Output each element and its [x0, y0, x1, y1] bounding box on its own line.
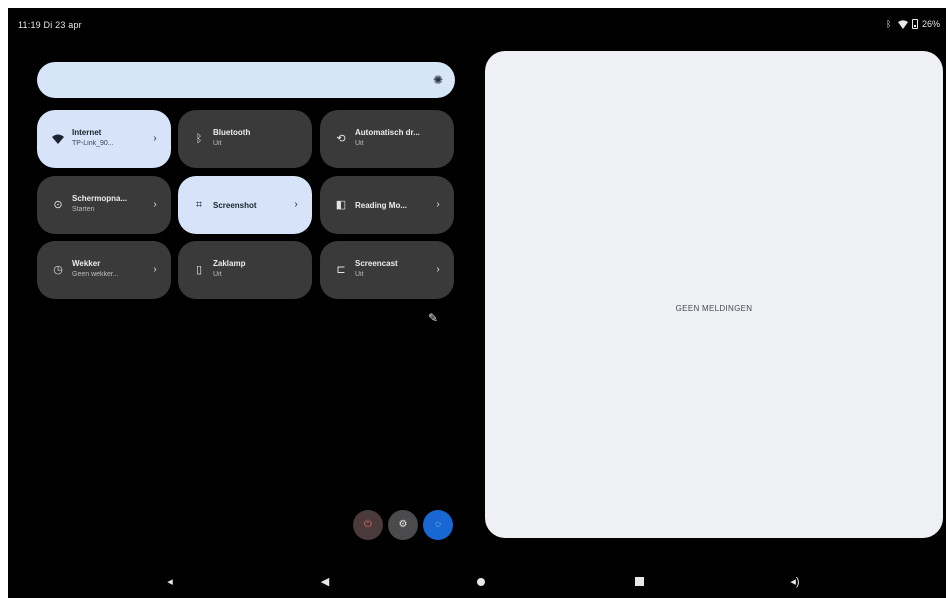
- tile-screencast[interactable]: ⊏ Screencast Uit ›: [320, 241, 454, 299]
- brightness-icon: ✺: [432, 73, 444, 87]
- tile-reading-mode[interactable]: ◧ Reading Mo... ›: [320, 176, 454, 234]
- tile-subtitle: TP-Link_90...: [72, 140, 114, 147]
- tile-internet[interactable]: Internet TP-Link_90... ›: [37, 110, 171, 168]
- navigation-bar: ◂ ◀ ◂): [8, 568, 946, 598]
- settings-button[interactable]: ⚙: [388, 510, 418, 540]
- home-icon[interactable]: [474, 575, 488, 589]
- volume-down-icon[interactable]: ◂: [163, 575, 177, 589]
- power-button[interactable]: ⏻: [353, 510, 383, 540]
- status-bar: 11:19 Di 23 apr ᛒ 26%: [8, 8, 946, 38]
- tile-title: Zaklamp: [213, 259, 246, 268]
- tile-auto-rotate[interactable]: ⟲ Automatisch dr... Uit: [320, 110, 454, 168]
- wifi-icon: [52, 134, 64, 144]
- chevron-right-icon[interactable]: ›: [151, 132, 159, 146]
- tile-title: Bluetooth: [213, 128, 251, 137]
- settings-icon: ⚙: [398, 519, 408, 530]
- alarm-icon: ◷: [53, 264, 63, 276]
- tile-title: Schermopna...: [72, 194, 128, 203]
- tile-title: Reading Mo...: [355, 201, 407, 210]
- back-icon[interactable]: ◀: [318, 575, 332, 589]
- notification-panel: GEEN MELDINGEN: [485, 51, 943, 538]
- tile-title: Automatisch dr...: [355, 128, 420, 137]
- volume-up-icon[interactable]: ◂): [788, 575, 802, 589]
- status-time: 11:19 Di 23 apr: [18, 20, 82, 30]
- flashlight-icon: ▯: [195, 264, 203, 276]
- tile-subtitle: Uit: [213, 271, 222, 278]
- edit-pencil-icon[interactable]: ✎: [426, 311, 440, 325]
- bluetooth-icon: ᛒ: [195, 133, 203, 145]
- tile-subtitle: Starten: [72, 206, 95, 213]
- tile-flashlight[interactable]: ▯ Zaklamp Uit: [178, 241, 312, 299]
- wifi-icon: [897, 19, 908, 29]
- screenshot-icon: ⌗: [195, 199, 203, 211]
- reading-mode-icon: ◧: [335, 199, 347, 211]
- recents-square: [634, 577, 644, 586]
- tile-title: Screencast: [355, 259, 398, 268]
- tile-title: Internet: [72, 128, 102, 137]
- user-button[interactable]: ◌: [423, 510, 453, 540]
- tile-subtitle: Uit: [355, 140, 364, 147]
- recents-icon[interactable]: [632, 575, 646, 589]
- tile-screen-record[interactable]: ⊙ Schermopna... Starten ›: [37, 176, 171, 234]
- screen-record-icon: ⊙: [53, 199, 63, 211]
- chevron-right-icon[interactable]: ›: [434, 198, 442, 212]
- tile-title: Wekker: [72, 259, 101, 268]
- home-dot: [477, 578, 485, 586]
- tile-screenshot[interactable]: ⌗ Screenshot ›: [178, 176, 312, 234]
- no-notifications-text: GEEN MELDINGEN: [675, 304, 753, 313]
- power-icon: ⏻: [364, 519, 372, 530]
- status-icons: ᛒ 26%: [886, 19, 940, 29]
- chevron-right-icon[interactable]: ›: [292, 198, 300, 212]
- tablet-screen: 11:19 Di 23 apr ᛒ 26% ✺ Internet TP-Link…: [8, 8, 946, 598]
- tile-subtitle: Uit: [355, 271, 364, 278]
- cast-icon: ⊏: [336, 264, 346, 276]
- bluetooth-icon: ᛒ: [885, 19, 892, 29]
- tile-bluetooth[interactable]: ᛒ Bluetooth Uit: [178, 110, 312, 168]
- tile-subtitle: Geen wekker...: [72, 271, 119, 278]
- battery-icon: [911, 19, 918, 29]
- user-icon: ◌: [435, 519, 441, 530]
- battery-percentage: 26%: [921, 19, 940, 29]
- tile-alarm[interactable]: ◷ Wekker Geen wekker... ›: [37, 241, 171, 299]
- chevron-right-icon[interactable]: ›: [151, 263, 159, 277]
- tile-subtitle: Uit: [213, 140, 222, 147]
- brightness-slider[interactable]: ✺: [37, 62, 455, 98]
- tile-title: Screenshot: [213, 201, 257, 210]
- chevron-right-icon[interactable]: ›: [434, 263, 442, 277]
- chevron-right-icon[interactable]: ›: [151, 198, 159, 212]
- rotate-icon: ⟲: [336, 133, 346, 145]
